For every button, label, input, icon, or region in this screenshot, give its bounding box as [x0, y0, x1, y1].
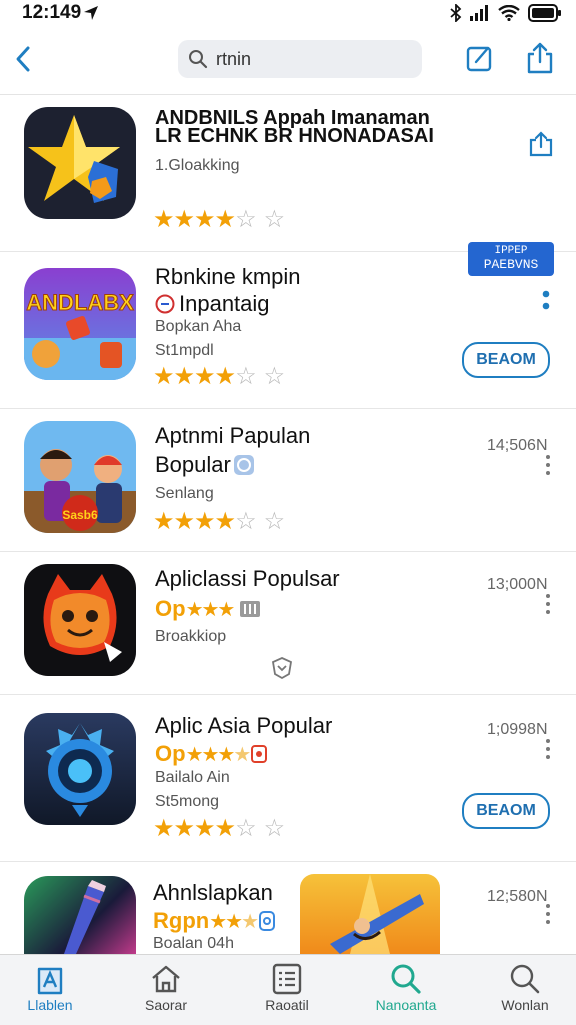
compose-icon[interactable]	[466, 42, 494, 74]
tab-home[interactable]: Saorar	[111, 955, 221, 1025]
app-icon-orange-face[interactable]	[24, 564, 136, 676]
app-icon-star[interactable]	[24, 107, 136, 219]
inline-stars: ★★	[209, 910, 243, 933]
app-category: 1.Gloakking	[155, 157, 240, 174]
list-item[interactable]: Sasb6 Aptnmi Papulan Bopular Senlang ★ ★ ★…	[0, 409, 576, 552]
app-category: Senlang	[155, 485, 214, 502]
share-icon[interactable]	[526, 42, 554, 74]
blue-badge-icon	[259, 911, 275, 931]
list-item[interactable]: Apliclassi Populsar Op ★★★ Broakkiop 13;…	[0, 552, 576, 695]
app-rating-label: Op	[155, 596, 186, 621]
tab-search-active[interactable]: Nanoanta	[351, 955, 461, 1025]
red-badge-icon	[155, 294, 175, 314]
app-category: Bopkan Aha	[155, 318, 242, 335]
more-icon[interactable]	[544, 739, 552, 763]
more-icon[interactable]	[544, 904, 552, 928]
get-button[interactable]: BEAOM	[462, 342, 550, 378]
app-size: 13;000N	[487, 576, 548, 593]
back-chevron-icon[interactable]	[12, 44, 36, 74]
tab-list[interactable]: Raoatil	[232, 955, 342, 1025]
promo-badge: IPPEP PAEBVNS	[468, 242, 554, 276]
app-title: Ahnlslapkan	[153, 880, 273, 905]
navigation-bar	[0, 30, 576, 95]
app-rating-label: Op	[155, 741, 186, 766]
inline-stars: ★★★	[185, 743, 236, 766]
more-icon[interactable]	[542, 290, 550, 317]
list-item[interactable]: Aplic Asia Popular Op ★★★ ★ Bailalo Ain …	[0, 695, 576, 862]
more-icon[interactable]	[544, 594, 552, 618]
inline-stars-faded: ★	[241, 910, 259, 933]
app-rating-label: Rgpn	[153, 908, 210, 933]
search-field[interactable]	[178, 40, 422, 78]
inline-stars: ★★★	[185, 598, 236, 621]
app-category: Broakkiop	[155, 628, 227, 645]
location-arrow-icon	[82, 4, 100, 27]
tab-bar: Llablen Saorar Raoatil Nanoanta Wonlan	[0, 954, 576, 1025]
list-icon	[272, 963, 302, 995]
status-time: 12:149	[22, 2, 82, 23]
today-icon	[37, 967, 63, 995]
app-size: 1;0998N	[487, 721, 548, 738]
tab-label: Saorar	[144, 997, 188, 1013]
tab-label: Llablen	[27, 997, 73, 1013]
red-badge-icon	[251, 745, 268, 763]
tab-today[interactable]: Llablen	[0, 955, 105, 1025]
star-rating: ★ ★ ★ ★ ☆ ☆	[153, 815, 285, 842]
app-info: St5mong	[155, 793, 220, 810]
star-rating: ★ ★ ★ ★ ☆ ☆	[153, 508, 285, 535]
search-icon	[189, 50, 208, 69]
app-icon-pen[interactable]	[24, 876, 136, 954]
app-category: Bailalo Ain	[155, 769, 230, 786]
list-item[interactable]: ANDBNILS Appah Imanaman LR ECHNK BR HNON…	[0, 95, 576, 252]
app-info: St1mpdl	[155, 342, 214, 359]
share-icon[interactable]	[528, 131, 554, 162]
promo-badge-line2: PAEBVNS	[483, 257, 539, 272]
verified-icon	[233, 455, 254, 475]
app-icon-characters[interactable]: Sasb6	[24, 421, 136, 533]
app-icon-label: ANDLABX	[26, 290, 134, 315]
tab-label: Nanoanta	[375, 997, 437, 1013]
status-bar: 12:149	[0, 0, 576, 30]
search-icon	[510, 964, 540, 994]
tab-label: Wonlan	[501, 997, 549, 1013]
signal-icon	[470, 5, 488, 21]
app-title: Rbnkine kmpin	[155, 264, 301, 289]
star-rating: ★ ★ ★ ★ ☆ ☆	[153, 363, 285, 390]
app-icon-andlabx[interactable]: ANDLABX	[24, 268, 136, 380]
status-right	[450, 4, 562, 22]
app-title-line2: Inpantaig	[179, 291, 270, 316]
app-title: Aptnmi Papulan	[155, 423, 311, 448]
star-rating: ★ ★ ★ ★ ☆ ☆	[153, 206, 285, 233]
download-shield-icon[interactable]	[271, 656, 293, 685]
app-title: Apliclassi Populsar	[155, 566, 340, 591]
app-title: Aplic Asia Popular	[155, 713, 333, 738]
tab-label: Raoatil	[265, 997, 309, 1013]
app-category: Boalan 04h	[153, 935, 234, 952]
app-title-line2: Bopular	[155, 452, 231, 477]
tab-search[interactable]: Wonlan	[470, 955, 576, 1025]
bluetooth-icon	[450, 4, 462, 22]
inline-stars-faded: ★	[233, 743, 251, 766]
app-size: 12;580N	[487, 888, 548, 905]
battery-icon	[528, 4, 561, 22]
search-input[interactable]	[214, 47, 398, 71]
grid-badge-icon	[240, 601, 261, 617]
app-icon-target[interactable]	[24, 713, 136, 825]
get-button[interactable]: BEAOM	[462, 793, 550, 829]
search-icon	[391, 964, 421, 994]
list-item[interactable]: Ahnlslapkan Rgpn ★★ ★ Boalan 04h 12;580N	[0, 862, 576, 954]
list-item[interactable]: ANDLABX Rbnkine kmpin Inpantaig Bopkan A…	[0, 242, 576, 409]
home-icon	[152, 965, 180, 993]
app-icon-label: Sasb6	[62, 508, 98, 522]
more-icon[interactable]	[544, 455, 552, 479]
app-size: 14;506N	[487, 437, 548, 454]
app-screenshot-preview[interactable]	[300, 874, 440, 954]
wifi-icon	[498, 5, 520, 21]
app-title-line2: LR ECHNK BR HNONADASAI	[155, 125, 434, 147]
